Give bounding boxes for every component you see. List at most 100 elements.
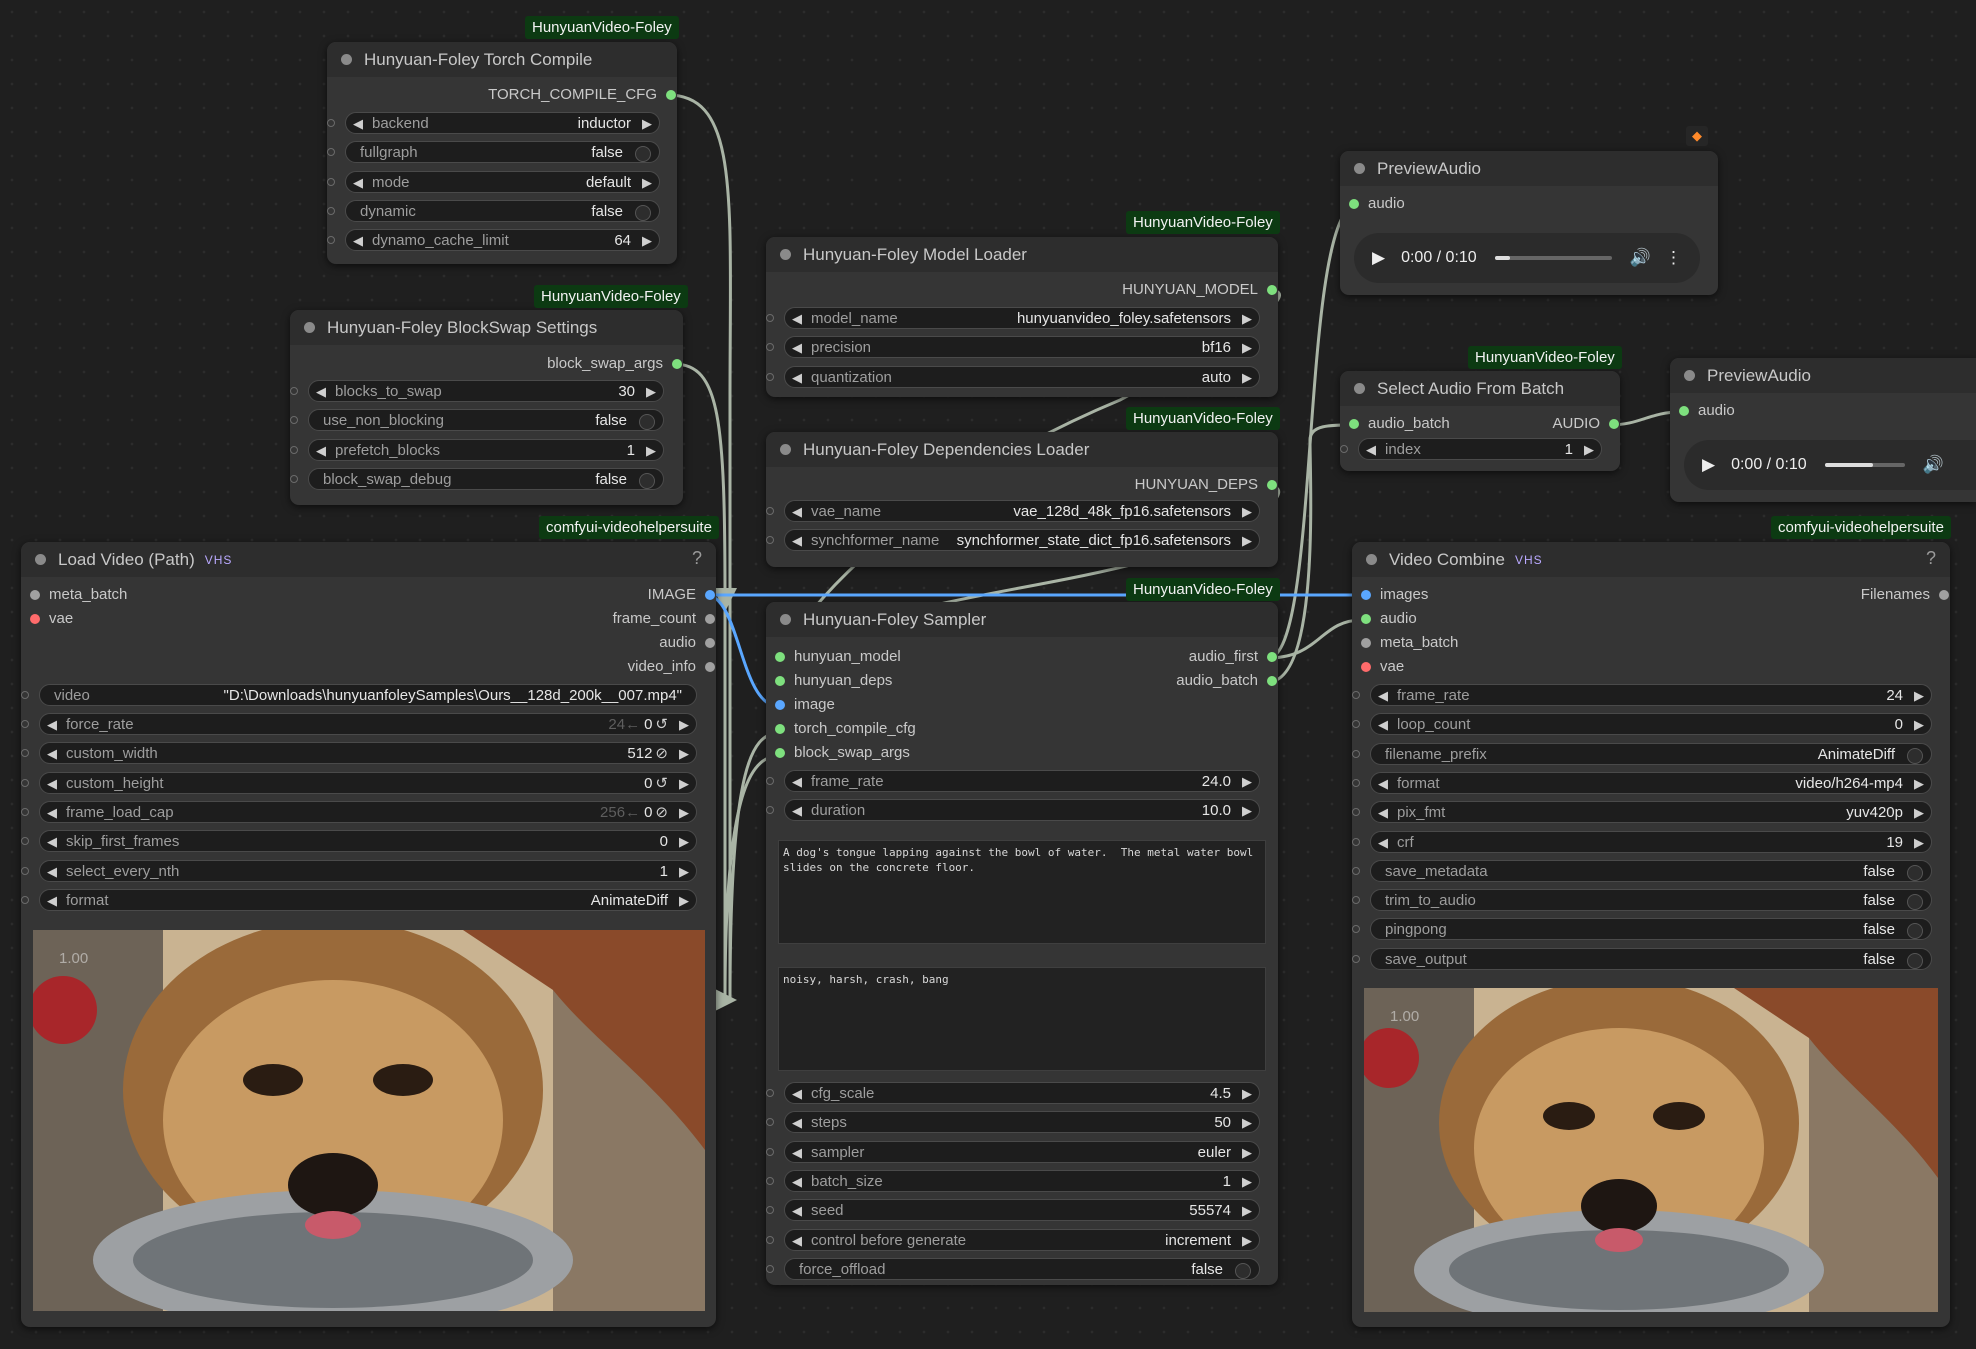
widget-socket-icon[interactable] <box>766 1176 774 1185</box>
port-dot-icon[interactable] <box>705 638 715 648</box>
output-video-info[interactable]: video_info <box>628 658 716 676</box>
widget-cfg-scale[interactable]: ◀ ▶ cfg_scale 4.5 <box>766 1082 1260 1105</box>
widget-socket-icon[interactable] <box>1352 808 1360 817</box>
arrow-left-icon[interactable]: ◀ <box>792 337 802 359</box>
input-audio[interactable]: audio <box>1360 610 1417 628</box>
port-dot-icon[interactable] <box>1361 614 1371 624</box>
widget-pingpong[interactable]: pingpong false <box>1352 918 1932 941</box>
toggle-knob-icon[interactable] <box>1907 952 1923 969</box>
port-dot-icon[interactable] <box>1361 590 1371 600</box>
widget-duration[interactable]: ◀ ▶ duration 10.0 <box>766 799 1260 822</box>
widget-socket-icon[interactable] <box>327 148 335 157</box>
arrow-right-icon[interactable]: ▶ <box>679 714 689 736</box>
widget-vae-name[interactable]: ◀ ▶ vae_name vae_128d_48k_fp16.safetensors <box>766 500 1260 522</box>
arrow-right-icon[interactable]: ▶ <box>1914 714 1924 736</box>
collapse-dot-icon[interactable] <box>780 444 791 455</box>
arrow-right-icon[interactable]: ▶ <box>646 440 656 462</box>
arrow-left-icon[interactable]: ◀ <box>316 440 326 462</box>
port-dot-icon[interactable] <box>705 614 715 624</box>
block-icon[interactable]: ⊘ <box>655 804 668 821</box>
widget-custom-width[interactable]: ◀ ▶ custom_width 512 ⊘ <box>21 742 697 765</box>
arrow-left-icon[interactable]: ◀ <box>47 802 57 824</box>
input-vae[interactable]: vae <box>1360 658 1404 676</box>
widget-quantization[interactable]: ◀ ▶ quantization auto <box>766 365 1260 388</box>
node-title[interactable]: Hunyuan-Foley Sampler <box>766 602 1278 637</box>
more-vertical-icon[interactable]: ⋮ <box>1665 248 1682 268</box>
input-vae[interactable]: vae <box>29 610 73 628</box>
widget-save-output[interactable]: save_output false <box>1352 947 1932 970</box>
widget-socket-icon[interactable] <box>21 837 29 846</box>
port-dot-icon[interactable] <box>1267 480 1277 490</box>
widget-blocks-to-swap[interactable]: ◀ ▶ blocks_to_swap 30 <box>290 380 664 402</box>
arrow-right-icon[interactable]: ▶ <box>1242 1200 1252 1222</box>
output-hunyuan-deps[interactable]: HUNYUAN_DEPS <box>1135 476 1278 494</box>
widget-block-swap-debug[interactable]: block_swap_debug false <box>290 467 664 490</box>
widget-socket-icon[interactable] <box>327 206 335 215</box>
output-block-swap-args[interactable]: block_swap_args <box>547 355 683 373</box>
widget-precision[interactable]: ◀ ▶ precision bf16 <box>766 336 1260 359</box>
reset-icon[interactable]: ↺ <box>655 775 668 792</box>
arrow-right-icon[interactable]: ▶ <box>1242 1083 1252 1105</box>
widget-control-before-generate[interactable]: ◀ ▶ control before generate increment <box>766 1228 1260 1252</box>
widget-custom-height[interactable]: ◀ ▶ custom_height 0 ↺ <box>21 771 697 795</box>
widget-sampler[interactable]: ◀ ▶ sampler euler <box>766 1140 1260 1164</box>
widget-socket-icon[interactable] <box>766 777 774 785</box>
toggle-knob-icon[interactable] <box>635 204 651 221</box>
widget-fullgraph[interactable]: fullgraph false <box>327 141 660 164</box>
widget-socket-icon[interactable] <box>1352 778 1360 787</box>
widget-frame-load-cap[interactable]: ◀ ▶ frame_load_cap 256← 0 ⊘ <box>21 800 697 824</box>
port-dot-icon[interactable] <box>1679 406 1689 416</box>
port-dot-icon[interactable] <box>1361 638 1371 648</box>
arrow-left-icon[interactable]: ◀ <box>1366 439 1376 461</box>
widget-prefetch-blocks[interactable]: ◀ ▶ prefetch_blocks 1 <box>290 438 664 462</box>
widget-format[interactable]: ◀ ▶ format video/h264-mp4 <box>1352 771 1932 795</box>
collapse-dot-icon[interactable] <box>1366 554 1377 565</box>
widget-socket-icon[interactable] <box>21 749 29 758</box>
arrow-right-icon[interactable]: ▶ <box>1914 773 1924 795</box>
widget-pix-fmt[interactable]: ◀ ▶ pix_fmt yuv420p <box>1352 801 1932 824</box>
widget-socket-icon[interactable] <box>766 1206 774 1215</box>
arrow-left-icon[interactable]: ◀ <box>1378 832 1388 854</box>
toggle-knob-icon[interactable] <box>1907 864 1923 881</box>
port-dot-icon[interactable] <box>672 359 682 369</box>
widget-socket-icon[interactable] <box>766 1235 774 1244</box>
widget-socket-icon[interactable] <box>21 720 29 728</box>
volume-icon[interactable]: 🔊 <box>1923 455 1944 475</box>
arrow-left-icon[interactable]: ◀ <box>47 773 57 795</box>
node-title[interactable]: Load Video (Path) VHS? <box>21 542 716 577</box>
port-dot-icon[interactable] <box>1349 419 1359 429</box>
arrow-left-icon[interactable]: ◀ <box>792 308 802 330</box>
collapse-dot-icon[interactable] <box>1354 163 1365 174</box>
input-hunyuan-deps[interactable]: hunyuan_deps <box>774 672 892 690</box>
port-dot-icon[interactable] <box>775 748 785 758</box>
arrow-right-icon[interactable]: ▶ <box>1914 685 1924 707</box>
arrow-left-icon[interactable]: ◀ <box>792 1230 802 1252</box>
port-dot-icon[interactable] <box>775 652 785 662</box>
widget-socket-icon[interactable] <box>766 1118 774 1127</box>
play-icon[interactable]: ▶ <box>1702 455 1715 475</box>
toggle-knob-icon[interactable] <box>1907 747 1923 764</box>
port-dot-icon[interactable] <box>1267 676 1277 686</box>
toggle-knob-icon[interactable] <box>639 472 655 489</box>
node-sampler[interactable]: Hunyuan-Foley Sampler hunyuan_model huny… <box>766 602 1278 1285</box>
widget-save-metadata[interactable]: save_metadata false <box>1352 859 1932 882</box>
widget-socket-icon[interactable] <box>766 806 774 815</box>
arrow-left-icon[interactable]: ◀ <box>792 771 802 793</box>
arrow-left-icon[interactable]: ◀ <box>1378 802 1388 824</box>
port-dot-icon[interactable] <box>1267 652 1277 662</box>
arrow-left-icon[interactable]: ◀ <box>792 1083 802 1105</box>
arrow-left-icon[interactable]: ◀ <box>792 800 802 822</box>
input-hunyuan-model[interactable]: hunyuan_model <box>774 648 901 666</box>
arrow-right-icon[interactable]: ▶ <box>1584 439 1594 461</box>
input-meta-batch[interactable]: meta_batch <box>1360 634 1458 652</box>
negative-prompt-textarea[interactable] <box>778 967 1266 1071</box>
arrow-right-icon[interactable]: ▶ <box>1242 1142 1252 1164</box>
widget-socket-icon[interactable] <box>290 474 298 483</box>
node-title[interactable]: Video Combine VHS? <box>1352 542 1950 577</box>
node-model-loader[interactable]: Hunyuan-Foley Model Loader HUNYUAN_MODEL… <box>766 237 1278 397</box>
node-title[interactable]: Hunyuan-Foley Model Loader <box>766 237 1278 272</box>
arrow-right-icon[interactable]: ▶ <box>679 743 689 765</box>
arrow-right-icon[interactable]: ▶ <box>1242 337 1252 359</box>
widget-filename-prefix[interactable]: filename_prefix AnimateDiff <box>1352 742 1932 765</box>
arrow-right-icon[interactable]: ▶ <box>1914 802 1924 824</box>
